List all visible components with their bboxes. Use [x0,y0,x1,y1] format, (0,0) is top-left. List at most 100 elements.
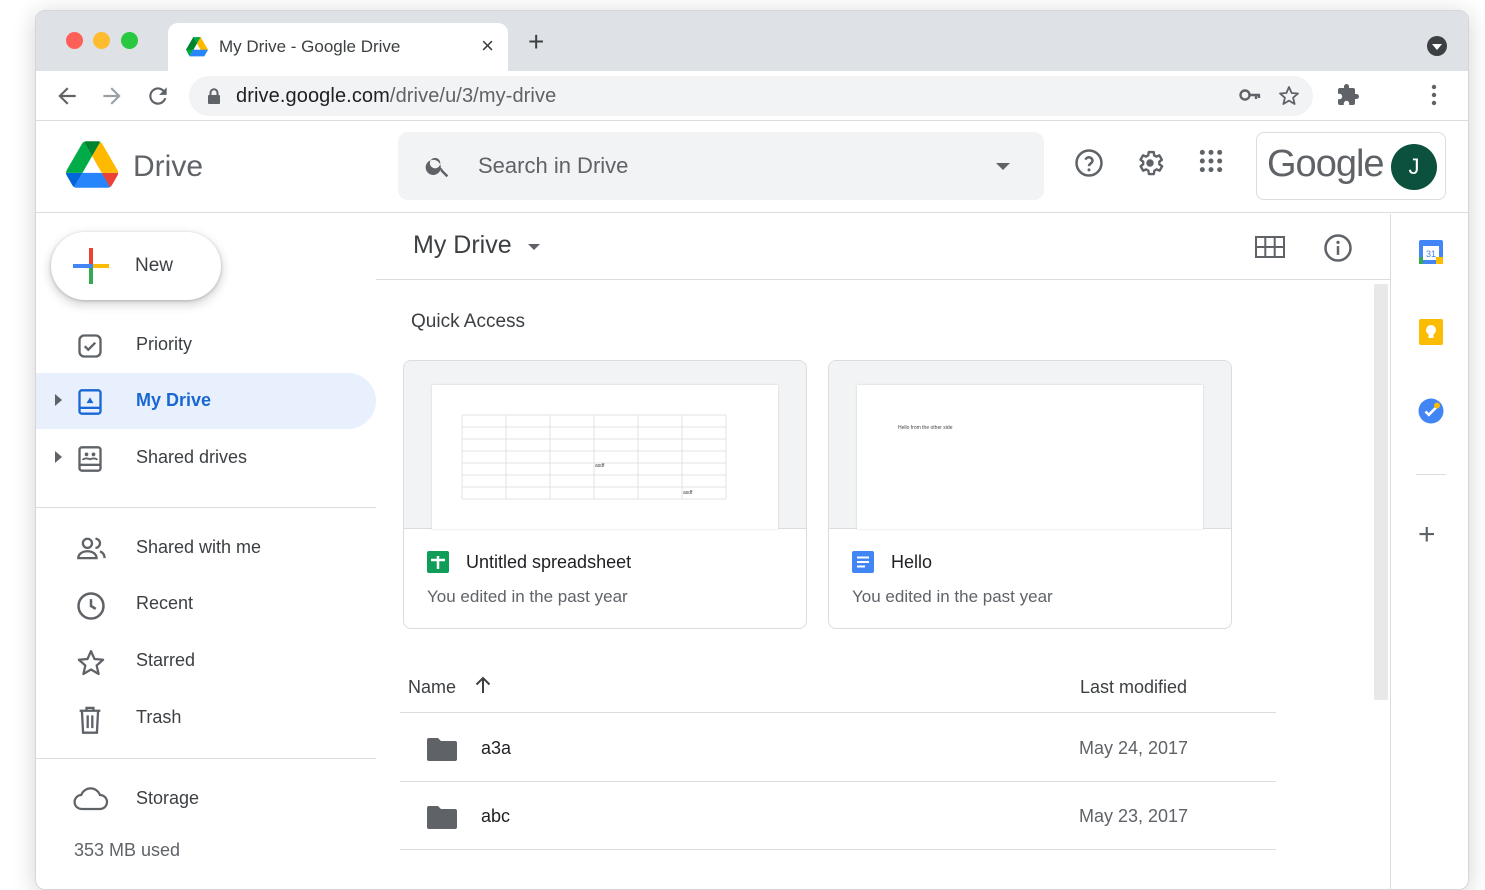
tasks-icon[interactable] [1417,397,1445,425]
card-subtitle: You edited in the past year [852,587,1053,606]
trash-icon [79,706,101,734]
browser-toolbar: drive.google.com/drive/u/3/my-drive [36,71,1468,121]
expand-arrow-icon[interactable] [55,451,62,463]
title-dropdown-icon[interactable] [528,244,540,250]
title-bar: My Drive - Google Drive × + [36,11,1468,71]
close-window-button[interactable] [66,32,83,49]
search-options-dropdown-icon[interactable] [996,163,1010,170]
sidebar-item-shared-drives[interactable]: Shared drives [36,430,376,486]
spreadsheet-preview: asdf asdf [432,385,778,529]
table-row[interactable]: a3a May 24, 2017 [400,714,1276,782]
sidebar-item-label: Recent [136,593,194,613]
sidebar-divider [36,758,376,759]
sidebar-item-trash[interactable]: Trash [36,690,376,746]
account-switcher[interactable]: Google J [1256,132,1446,200]
sidebar-item-storage[interactable]: Storage [36,771,376,827]
lock-icon [208,88,220,104]
spreadsheet-grid [461,414,727,500]
file-modified-date: May 23, 2017 [1079,806,1189,826]
new-button-label: New [135,255,174,276]
shared-with-me-icon [77,537,106,560]
avatar[interactable]: J [1391,144,1437,190]
help-icon[interactable] [1074,148,1104,178]
folder-icon [427,738,457,761]
apps-grid-icon[interactable] [1198,148,1224,174]
sidebar-item-priority[interactable]: Priority [36,317,376,373]
drive-logo-icon[interactable] [66,141,118,188]
forward-arrow-icon[interactable] [99,83,125,109]
reload-icon[interactable] [145,83,171,109]
priority-icon [78,334,102,358]
drive-favicon-icon [186,37,208,57]
grid-view-icon[interactable] [1255,236,1285,258]
sidebar: New Priority My Drive Shared drives Shar… [36,214,376,889]
add-addon-icon[interactable]: + [1418,520,1436,550]
sidebar-item-label: Shared drives [136,447,248,467]
file-name: abc [481,806,511,826]
address-bar[interactable]: drive.google.com/drive/u/3/my-drive [189,76,1313,116]
close-tab-icon[interactable]: × [481,33,494,59]
sort-ascending-arrow-icon[interactable] [474,675,492,695]
sidebar-item-label: My Drive [136,390,212,410]
keep-icon[interactable] [1417,318,1445,346]
side-panel-divider [1416,474,1446,475]
extensions-puzzle-icon[interactable] [1336,83,1360,107]
star-icon [77,650,105,676]
sidebar-item-my-drive[interactable]: My Drive [36,373,376,429]
info-icon[interactable] [1323,233,1353,263]
sidebar-item-starred[interactable]: Starred [36,633,376,689]
url-host: drive.google.com [236,85,390,107]
browser-tab[interactable]: My Drive - Google Drive × [168,23,508,71]
scrollbar[interactable] [1374,284,1388,700]
back-arrow-icon[interactable] [54,83,80,109]
column-header-name[interactable]: Name [408,677,456,698]
file-list-header: Name Last modified [400,661,1276,713]
page-title[interactable]: My Drive [413,231,512,260]
settings-gear-icon[interactable] [1135,148,1165,178]
drive-header: Drive Google J [36,122,1468,213]
bookmark-star-icon[interactable] [1277,84,1301,108]
storage-used-text: 353 MB used [74,840,181,860]
preview-cell: asdf [683,490,693,496]
calendar-icon[interactable]: 31 [1417,238,1445,266]
browser-menu-icon[interactable] [1431,83,1437,107]
file-modified-date: May 24, 2017 [1079,738,1189,758]
sidebar-item-recent[interactable]: Recent [36,576,376,632]
sidebar-item-shared-with-me[interactable]: Shared with me [36,520,376,576]
new-button[interactable]: New [51,232,221,300]
sidebar-item-label: Shared with me [136,537,262,557]
sidebar-item-label: Trash [136,707,182,727]
search-icon[interactable] [424,152,452,180]
tab-search-icon[interactable] [1427,36,1447,56]
key-icon[interactable] [1239,86,1261,104]
column-header-last-modified[interactable]: Last modified [1080,677,1187,698]
preview-cell: asdf [595,463,605,469]
my-drive-icon [78,389,102,415]
quick-access-card-spreadsheet[interactable]: asdf asdf Untitled spreadsheet You edite… [403,360,807,629]
clock-icon [77,592,105,620]
url-path: /drive/u/3/my-drive [389,85,557,107]
file-name: a3a [481,738,512,758]
sidebar-item-label: Storage [136,788,200,808]
search-input[interactable] [478,153,958,179]
quick-access-card-doc[interactable]: Hello from the other side Hello You edit… [828,360,1232,629]
maximize-window-button[interactable] [121,32,138,49]
browser-window: My Drive - Google Drive × + drive.google… [35,10,1469,890]
search-bar[interactable] [398,132,1044,200]
expand-arrow-icon[interactable] [55,394,62,406]
preview-text: Hello from the other side [898,425,953,431]
main-content: My Drive Quick Access asdf asdf Untitled… [376,214,1390,889]
sidebar-divider [36,507,376,508]
card-subtitle: You edited in the past year [427,587,628,606]
tab-title: My Drive - Google Drive [219,37,401,56]
sheets-icon [427,551,449,573]
new-plus-icon [73,248,109,284]
side-panel: 31 + [1390,214,1468,889]
folder-icon [427,806,457,829]
new-tab-button[interactable]: + [528,28,544,56]
table-row[interactable]: abc May 23, 2017 [400,782,1276,850]
app-name: Drive [133,150,204,183]
main-header: My Drive [376,214,1390,280]
card-thumbnail: asdf asdf [404,361,806,529]
minimize-window-button[interactable] [93,32,110,49]
